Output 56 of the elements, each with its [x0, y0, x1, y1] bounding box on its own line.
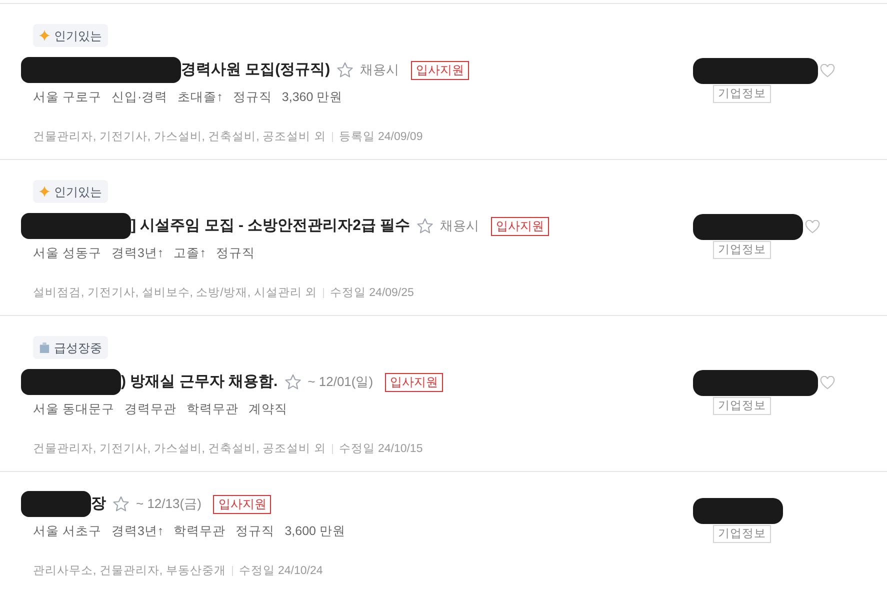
- deadline: 채용시: [360, 61, 400, 80]
- job-condition: 3,360 만원: [282, 89, 343, 106]
- deadline: 채용시: [440, 217, 480, 236]
- job-condition: 정규직: [216, 245, 255, 262]
- post-date: 수정일 24/10/15: [338, 442, 423, 457]
- deadline: ~ 12/01(일): [308, 373, 374, 392]
- heart-icon[interactable]: [820, 64, 835, 78]
- redaction-mark: [21, 491, 91, 517]
- star-icon[interactable]: [416, 217, 434, 235]
- job-categories: 건물관리자, 기전기사, 가스설비, 건축설비, 공조설비 외: [33, 442, 326, 457]
- job-categories: 관리사무소, 건물관리자, 부동산중개: [33, 564, 226, 579]
- job-condition: 서울 서초구: [33, 523, 102, 540]
- building-icon: [39, 342, 50, 353]
- deadline: ~ 12/13(금): [136, 495, 202, 514]
- job-condition: 서울 성동구: [33, 245, 102, 262]
- job-title[interactable]: 경력사원 모집(정규직): [181, 58, 330, 82]
- company-info-button[interactable]: 기업정보: [713, 397, 771, 415]
- job-title[interactable]: ] 시설주임 모집 - 소방안전관리자2급 필수: [131, 214, 410, 238]
- apply-button[interactable]: 입사지원: [411, 60, 470, 80]
- apply-button[interactable]: 입사지원: [491, 216, 550, 236]
- star-icon[interactable]: [112, 495, 130, 513]
- company-info-button[interactable]: 기업정보: [713, 241, 771, 259]
- company-info-button[interactable]: 기업정보: [713, 85, 771, 103]
- job-condition: 신입·경력: [111, 89, 168, 106]
- job-condition: 학력무관: [186, 401, 238, 418]
- sparkle-icon: [39, 186, 50, 197]
- job-condition: 서울 동대문구: [33, 401, 114, 418]
- badge-label: 급성장중: [54, 340, 102, 356]
- job-title[interactable]: 장: [91, 492, 106, 516]
- job-condition: 고졸↑: [174, 245, 206, 262]
- job-categories: 설비점검, 기전기사, 설비보수, 소방/방재, 시설관리 외: [33, 286, 317, 301]
- job-condition: 학력무관: [174, 523, 226, 540]
- heart-icon[interactable]: [820, 376, 835, 390]
- apply-button[interactable]: 입사지원: [213, 494, 272, 514]
- star-icon[interactable]: [284, 373, 302, 391]
- job-condition: 경력3년↑: [111, 245, 164, 262]
- badge-label: 인기있는: [54, 184, 102, 200]
- job-title[interactable]: ) 방재실 근무자 채용함.: [121, 370, 278, 394]
- sparkle-icon: [39, 30, 50, 41]
- job-condition: 경력3년↑: [111, 523, 164, 540]
- post-date: 등록일 24/09/09: [338, 130, 423, 145]
- heart-icon[interactable]: [805, 220, 820, 234]
- job-condition: 정규직: [232, 89, 272, 106]
- post-date: 수정일 24/09/25: [330, 286, 414, 301]
- job-condition: 정규직: [236, 523, 275, 540]
- job-condition: 초대졸↑: [178, 89, 223, 106]
- apply-button[interactable]: 입사지원: [385, 372, 444, 392]
- job-condition: 경력무관: [124, 401, 176, 418]
- job-condition: 계약직: [248, 401, 288, 418]
- job-categories: 건물관리자, 기전기사, 가스설비, 건축설비, 공조설비 외: [33, 130, 326, 145]
- job-condition: 3,600 만원: [284, 523, 346, 540]
- company-info-button[interactable]: 기업정보: [713, 525, 771, 543]
- job-condition: 서울 구로구: [33, 89, 102, 106]
- badge-label: 인기있는: [54, 28, 102, 44]
- post-date: 수정일 24/10/24: [238, 564, 323, 579]
- star-icon[interactable]: [336, 61, 354, 79]
